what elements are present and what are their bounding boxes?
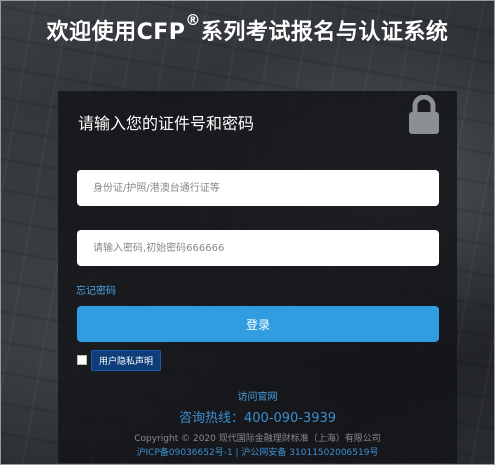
visit-official-site-link[interactable]: 访问官网 bbox=[58, 388, 457, 403]
registered-mark: ® bbox=[185, 11, 201, 29]
password-input[interactable] bbox=[77, 230, 439, 266]
page-title-prefix: 欢迎使用CFP bbox=[46, 20, 186, 45]
login-panel: 请输入您的证件号和密码 忘记密码 登录 用户隐私声明 访问官网 咨询热线：400… bbox=[58, 91, 457, 463]
login-panel-title: 请输入您的证件号和密码 bbox=[78, 114, 255, 133]
copyright-text: Copyright © 2020 现代国际金融理财标准（上海）有限公司 bbox=[134, 434, 381, 444]
privacy-statement-button[interactable]: 用户隐私声明 bbox=[91, 349, 162, 371]
page-title-suffix: 系列考试报名与认证系统 bbox=[200, 20, 449, 45]
id-number-input[interactable] bbox=[77, 170, 439, 206]
login-button[interactable]: 登录 bbox=[77, 306, 439, 342]
icp-record-link[interactable]: 沪ICP备09036652号-1 | 沪公网安备 31011502006519号 bbox=[58, 445, 457, 458]
privacy-checkbox[interactable] bbox=[77, 355, 87, 365]
lock-icon bbox=[409, 95, 439, 134]
hotline-text: 咨询热线：400-090-3939 bbox=[178, 411, 337, 426]
page-title: 欢迎使用CFP®系列考试报名与认证系统 bbox=[0, 11, 495, 46]
privacy-agree-row: 用户隐私声明 bbox=[77, 349, 162, 371]
forgot-password-link[interactable]: 忘记密码 bbox=[76, 282, 116, 297]
